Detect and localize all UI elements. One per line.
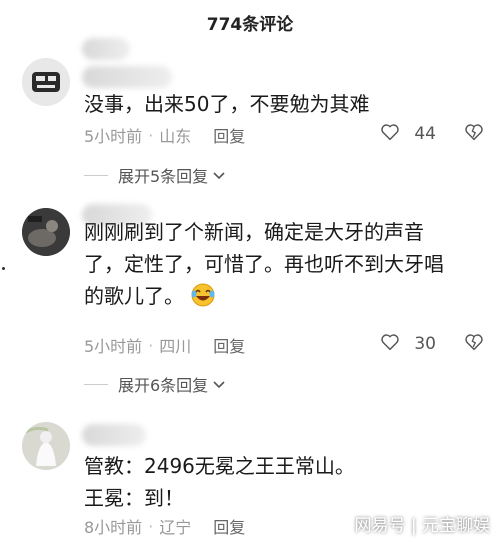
comments-header: 774条评论 [0,0,500,44]
comment-text: 没事，出来50了，不要勉为其难 [84,88,484,120]
comment-line: 没事，出来50了，不要勉为其难 [84,92,370,116]
comment-meta: 5小时前 · 四川 回复 30 [84,333,484,357]
heart-icon[interactable] [380,123,400,145]
comment-location: 辽宁 [159,518,192,537]
comment-location: 山东 [159,127,192,146]
comment-location: 四川 [159,337,192,356]
laughing-emoji-icon [190,282,216,308]
expand-replies-label: 展开6条回复 [118,376,209,395]
like-group: 30 [380,333,484,355]
chevron-down-icon [212,375,226,394]
like-group: 44 [380,123,484,145]
broken-heart-icon[interactable] [464,333,484,355]
stray-mark [2,267,5,270]
comment-meta: 5小时前 · 山东 回复 44 [84,123,484,147]
username-blurred[interactable] [82,38,130,60]
comment-item: 刚刚刷到了个新闻，确定是大牙的声音 了，定性了，可惜了。再也听不到大牙唱 的歌儿… [0,196,500,396]
comment-time: 5小时前 [84,127,143,146]
heart-icon[interactable] [380,333,400,355]
comment-line: 的歌儿了。 [84,284,184,308]
comment-time: 8小时前 [84,518,143,537]
chevron-down-icon [212,166,226,185]
avatar[interactable] [22,422,70,470]
separator-dot: · [148,125,154,145]
comment-text: 刚刚刷到了个新闻，确定是大牙的声音 了，定性了，可惜了。再也听不到大牙唱 的歌儿… [84,216,484,312]
comment-line: 了，定性了，可惜了。再也听不到大牙唱 [84,252,444,276]
comment-line: 刚刚刷到了个新闻，确定是大牙的声音 [84,220,424,244]
avatar[interactable] [22,58,70,106]
username-blurred[interactable] [82,66,172,88]
username-blurred[interactable] [82,424,146,446]
broken-heart-icon[interactable] [464,123,484,145]
comment-line: 王冕：到！ [84,486,184,510]
divider-line [84,174,108,176]
comment-time: 5小时前 [84,337,143,356]
separator-dot: · [148,516,154,536]
separator-dot: · [148,335,154,355]
comment-text: 管教：2496无冕之王王常山。 王冕：到！ [84,450,484,514]
comment-count-title: 774条评论 [206,14,294,35]
comment-line: 管教：2496无冕之王王常山。 [84,454,355,478]
avatar[interactable] [22,208,70,256]
reply-button[interactable]: 回复 [213,333,245,357]
reply-button[interactable]: 回复 [213,514,245,538]
expand-replies-label: 展开5条回复 [118,167,209,186]
like-count: 30 [414,334,436,354]
source-watermark: 网易号 | 元宝聊娱 [354,516,490,536]
reply-button[interactable]: 回复 [213,123,245,147]
comment-line-with-emoji: 的歌儿了。 [84,280,484,312]
expand-replies-button[interactable]: 展开5条回复 [84,163,226,187]
expand-replies-button[interactable]: 展开6条回复 [84,372,226,396]
comment-item: 没事，出来50了，不要勉为其难 5小时前 · 山东 回复 44 展开5条回复 [0,38,500,194]
divider-line [84,383,108,385]
like-count: 44 [414,124,436,144]
